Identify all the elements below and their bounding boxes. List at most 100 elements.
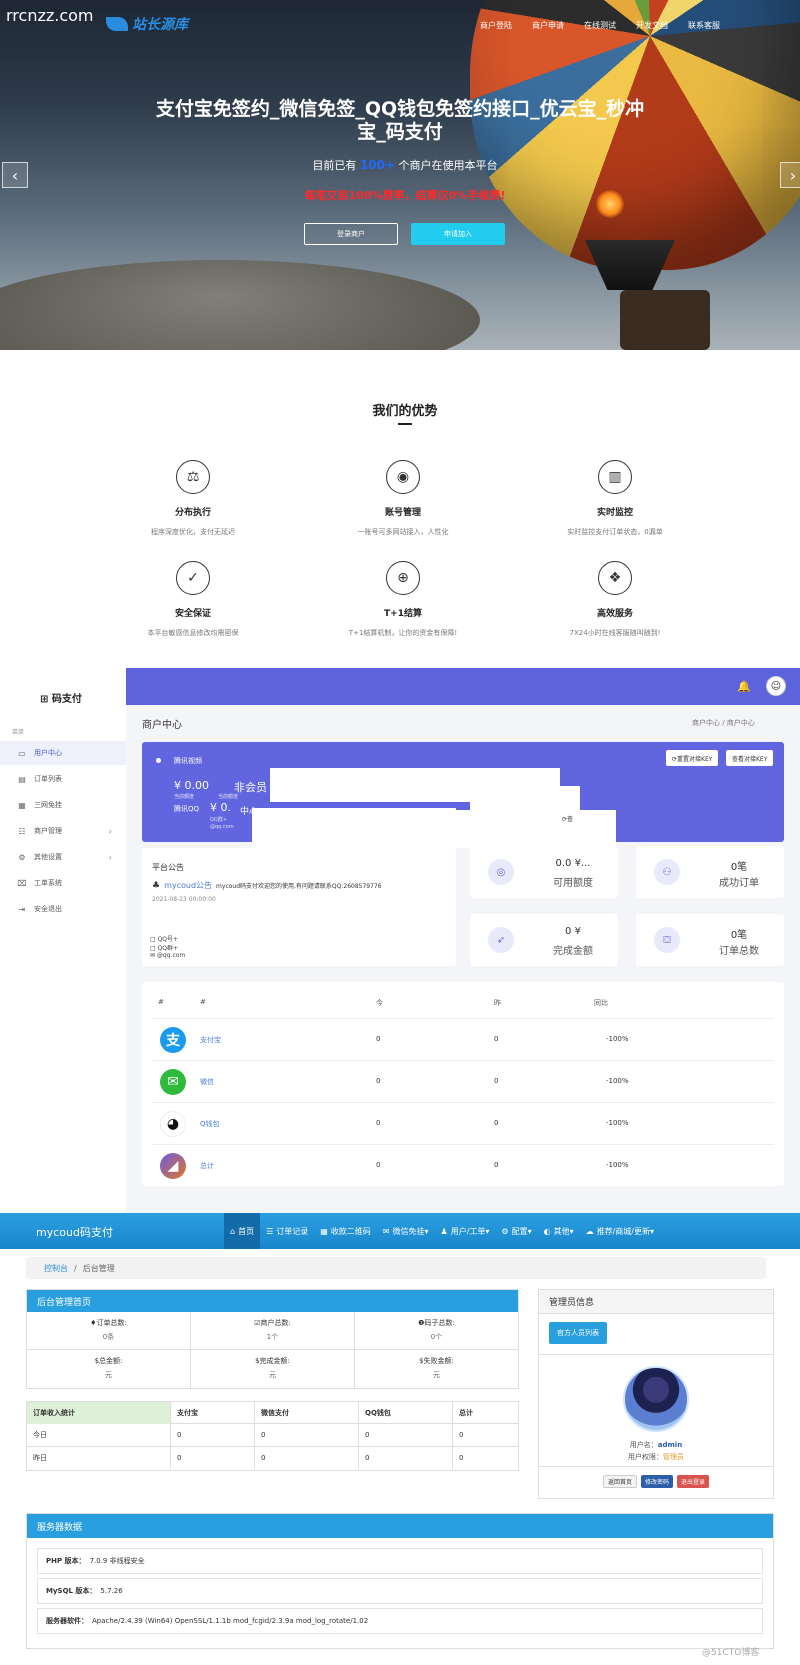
chevron-right-icon: › bbox=[108, 826, 112, 836]
nav-recommend-shop-update[interactable]: ☁ 推荐/商城/更新▾ bbox=[580, 1213, 660, 1249]
stat-value: 0笔 bbox=[730, 862, 748, 873]
username-label: 用户名： bbox=[629, 1441, 658, 1449]
stat-value: 0个 bbox=[430, 1333, 443, 1341]
logout-button[interactable]: 退出登录 bbox=[677, 1475, 710, 1488]
role-label: 用户权限： bbox=[628, 1453, 663, 1461]
nav-orders[interactable]: ☰ 订单记录 bbox=[260, 1213, 314, 1249]
stat-label: $失败金额: bbox=[419, 1357, 454, 1365]
feature-name: 实时监控 bbox=[596, 508, 633, 518]
cell-wechat: 0 bbox=[255, 1424, 359, 1446]
quota-label-2: 当前额度 bbox=[218, 794, 239, 800]
table-header: 总计 bbox=[459, 1409, 473, 1417]
ticket-icon: ⌧ bbox=[17, 878, 27, 888]
vip-name: 腾讯视频 bbox=[174, 757, 202, 765]
notice-row: ♣ mycoud公告 mycoud码支付欢迎您的使用,有问题请联系QQ:2608… bbox=[152, 880, 382, 891]
nav-dev-docs[interactable]: 开发文档 bbox=[636, 20, 668, 31]
feature-desc: 7X24小时在线客服随叫随到! bbox=[569, 629, 661, 637]
channel-name[interactable]: 支付宝 bbox=[200, 1035, 221, 1045]
sidebar-item-three-net[interactable]: ▦ 三网免挂 bbox=[0, 793, 126, 817]
yesterday-value: 0 bbox=[494, 1035, 499, 1043]
table-header: # bbox=[200, 998, 206, 1006]
avatar[interactable]: ☺ bbox=[766, 676, 786, 696]
sidebar-item-merchant-manage[interactable]: ☷ 商户管理 › bbox=[0, 819, 126, 843]
sidebar-item-other-settings[interactable]: ⚙ 其他设置 › bbox=[0, 845, 126, 869]
nav-wechat-free[interactable]: ✉ 微信免挂▾ bbox=[377, 1213, 435, 1249]
stat-total-amount: $总金额: 元 bbox=[27, 1350, 191, 1388]
contact-email: ✉ @qq.com bbox=[150, 952, 186, 959]
sidebar-item-logout[interactable]: ⇥ 安全退出 bbox=[0, 897, 126, 921]
carousel-prev-icon[interactable]: ‹ bbox=[2, 162, 28, 188]
nav-config[interactable]: ⚙ 配置▾ bbox=[495, 1213, 537, 1249]
cell-total: 0 bbox=[459, 1454, 464, 1462]
ratio-value: -100% bbox=[606, 1161, 629, 1169]
nav-online-test[interactable]: 在线测试 bbox=[584, 20, 616, 31]
table-header: 支付宝 bbox=[171, 1402, 255, 1424]
notice-link[interactable]: mycoud公告 bbox=[164, 880, 212, 891]
advantages-title: 我们的优势 bbox=[372, 404, 438, 419]
partial-button-text: ⟳查 bbox=[562, 816, 574, 823]
server-row-mysql: MySQL 版本： 5.7.26 bbox=[37, 1578, 763, 1604]
monitor-icon: ▭ bbox=[18, 748, 26, 758]
page-title: 商户中心 bbox=[142, 720, 182, 731]
nav-home[interactable]: ⌂ 首页 bbox=[224, 1213, 261, 1249]
today-value: 0 bbox=[376, 1035, 381, 1043]
sidebar-brand[interactable]: ⊞ 码支付 bbox=[40, 690, 82, 705]
nav-merchant-login[interactable]: 商户登陆 bbox=[480, 20, 512, 31]
server-label: 服务器软件： bbox=[46, 1617, 88, 1625]
bell-icon[interactable]: 🔔 bbox=[737, 680, 751, 693]
feature-distributed: ⚖ 分布执行 程序深度优化，支付无延迟 bbox=[93, 460, 293, 537]
login-merchant-button[interactable]: 登录商户 bbox=[304, 223, 398, 245]
official-staff-list-button[interactable]: 官方人员列表 bbox=[549, 1322, 607, 1344]
notice-text: mycoud码支付欢迎您的使用,有问题请联系QQ:2608579776 bbox=[216, 883, 382, 890]
stat-label: 订单总数 bbox=[719, 946, 759, 957]
nav-user-ticket[interactable]: ♟ 用户/工单▾ bbox=[435, 1213, 496, 1249]
qrcode-icon: ▦ bbox=[320, 1226, 328, 1236]
panel-title: 后台管理首页 bbox=[27, 1290, 518, 1312]
merchant-count: 100+ bbox=[359, 158, 396, 172]
channel-name[interactable]: Q钱包 bbox=[200, 1119, 220, 1129]
feature-monitor: ▥ 实时监控 实时监控支付订单状态，0漏单 bbox=[515, 460, 715, 537]
sidebar: ⊞ 码支付 菜单 ▭ 用户中心 ▤ 订单列表 ▦ 三网免挂 ☷ 商户管理 › ⚙… bbox=[0, 668, 126, 1213]
divider bbox=[539, 1466, 773, 1467]
sidebar-item-order-list[interactable]: ▤ 订单列表 bbox=[0, 767, 126, 791]
table-header: # bbox=[158, 998, 164, 1006]
panel-title: 服务器数据 bbox=[27, 1514, 773, 1538]
channel-name[interactable]: 总计 bbox=[200, 1161, 214, 1171]
sidebar-item-user-center[interactable]: ▭ 用户中心 bbox=[0, 741, 126, 765]
view-key-button[interactable]: 查看对接KEY bbox=[726, 750, 774, 766]
change-password-button[interactable]: 修改密码 bbox=[640, 1475, 673, 1488]
site-logo[interactable]: 站长源库 bbox=[106, 14, 188, 34]
nav-other[interactable]: ◐ 其他▾ bbox=[538, 1213, 580, 1249]
sidebar-item-ticket-system[interactable]: ⌧ 工单系统 bbox=[0, 871, 126, 895]
wechat-icon: ✉ bbox=[382, 1226, 390, 1236]
table-header: 同比 bbox=[594, 999, 608, 1007]
table-header: 订单收入统计 bbox=[27, 1402, 171, 1424]
advantages-section: 我们的优势 ⚖ 分布执行 程序深度优化，支付无延迟 ◉ 账号管理 一账号可多网站… bbox=[0, 350, 800, 668]
reset-key-button[interactable]: ⟳重置对接KEY bbox=[666, 750, 719, 766]
ratio-value: -100% bbox=[606, 1077, 629, 1085]
feature-desc: 一账号可多网站接入，人性化 bbox=[357, 528, 449, 536]
back-home-button[interactable]: 返回首页 bbox=[602, 1475, 637, 1488]
apply-join-button[interactable]: 申请加入 bbox=[411, 223, 505, 245]
redaction-patch bbox=[252, 808, 456, 848]
nav-merchant-apply[interactable]: 商户申请 bbox=[532, 20, 564, 31]
quota-label: 当前额度 bbox=[174, 794, 195, 800]
username-value: admin bbox=[657, 1441, 683, 1449]
stat-value: 0 ¥ bbox=[565, 926, 581, 937]
logo-icon bbox=[106, 17, 128, 31]
server-value: 7.0.9 非线程安全 bbox=[89, 1557, 145, 1565]
nav-contact-support[interactable]: 联系客服 bbox=[688, 20, 720, 31]
carousel-next-icon[interactable]: › bbox=[780, 162, 800, 188]
orders-icon: ☰ bbox=[266, 1226, 274, 1236]
stat-value: 1个 bbox=[266, 1333, 279, 1341]
feature-name: 分布执行 bbox=[174, 508, 211, 518]
server-value: 5.7.26 bbox=[100, 1587, 123, 1595]
rocket-icon: ➶ bbox=[488, 927, 514, 953]
admin-stat-grid: ♦订单总数: 0条 ☑商户总数: 1个 ❶码子总数: 0个 $总金额: 元 $完成金额:… bbox=[27, 1312, 518, 1388]
breadcrumb-home[interactable]: 控制台 bbox=[44, 1263, 68, 1274]
nav-qrcode[interactable]: ▦ 收款二维码 bbox=[314, 1213, 377, 1249]
admin-avatar bbox=[623, 1366, 689, 1432]
table-row: 今日 0 0 0 0 bbox=[27, 1424, 518, 1447]
admin-brand[interactable]: mycoud码支付 bbox=[36, 1224, 113, 1240]
channel-name[interactable]: 微信 bbox=[200, 1077, 214, 1087]
